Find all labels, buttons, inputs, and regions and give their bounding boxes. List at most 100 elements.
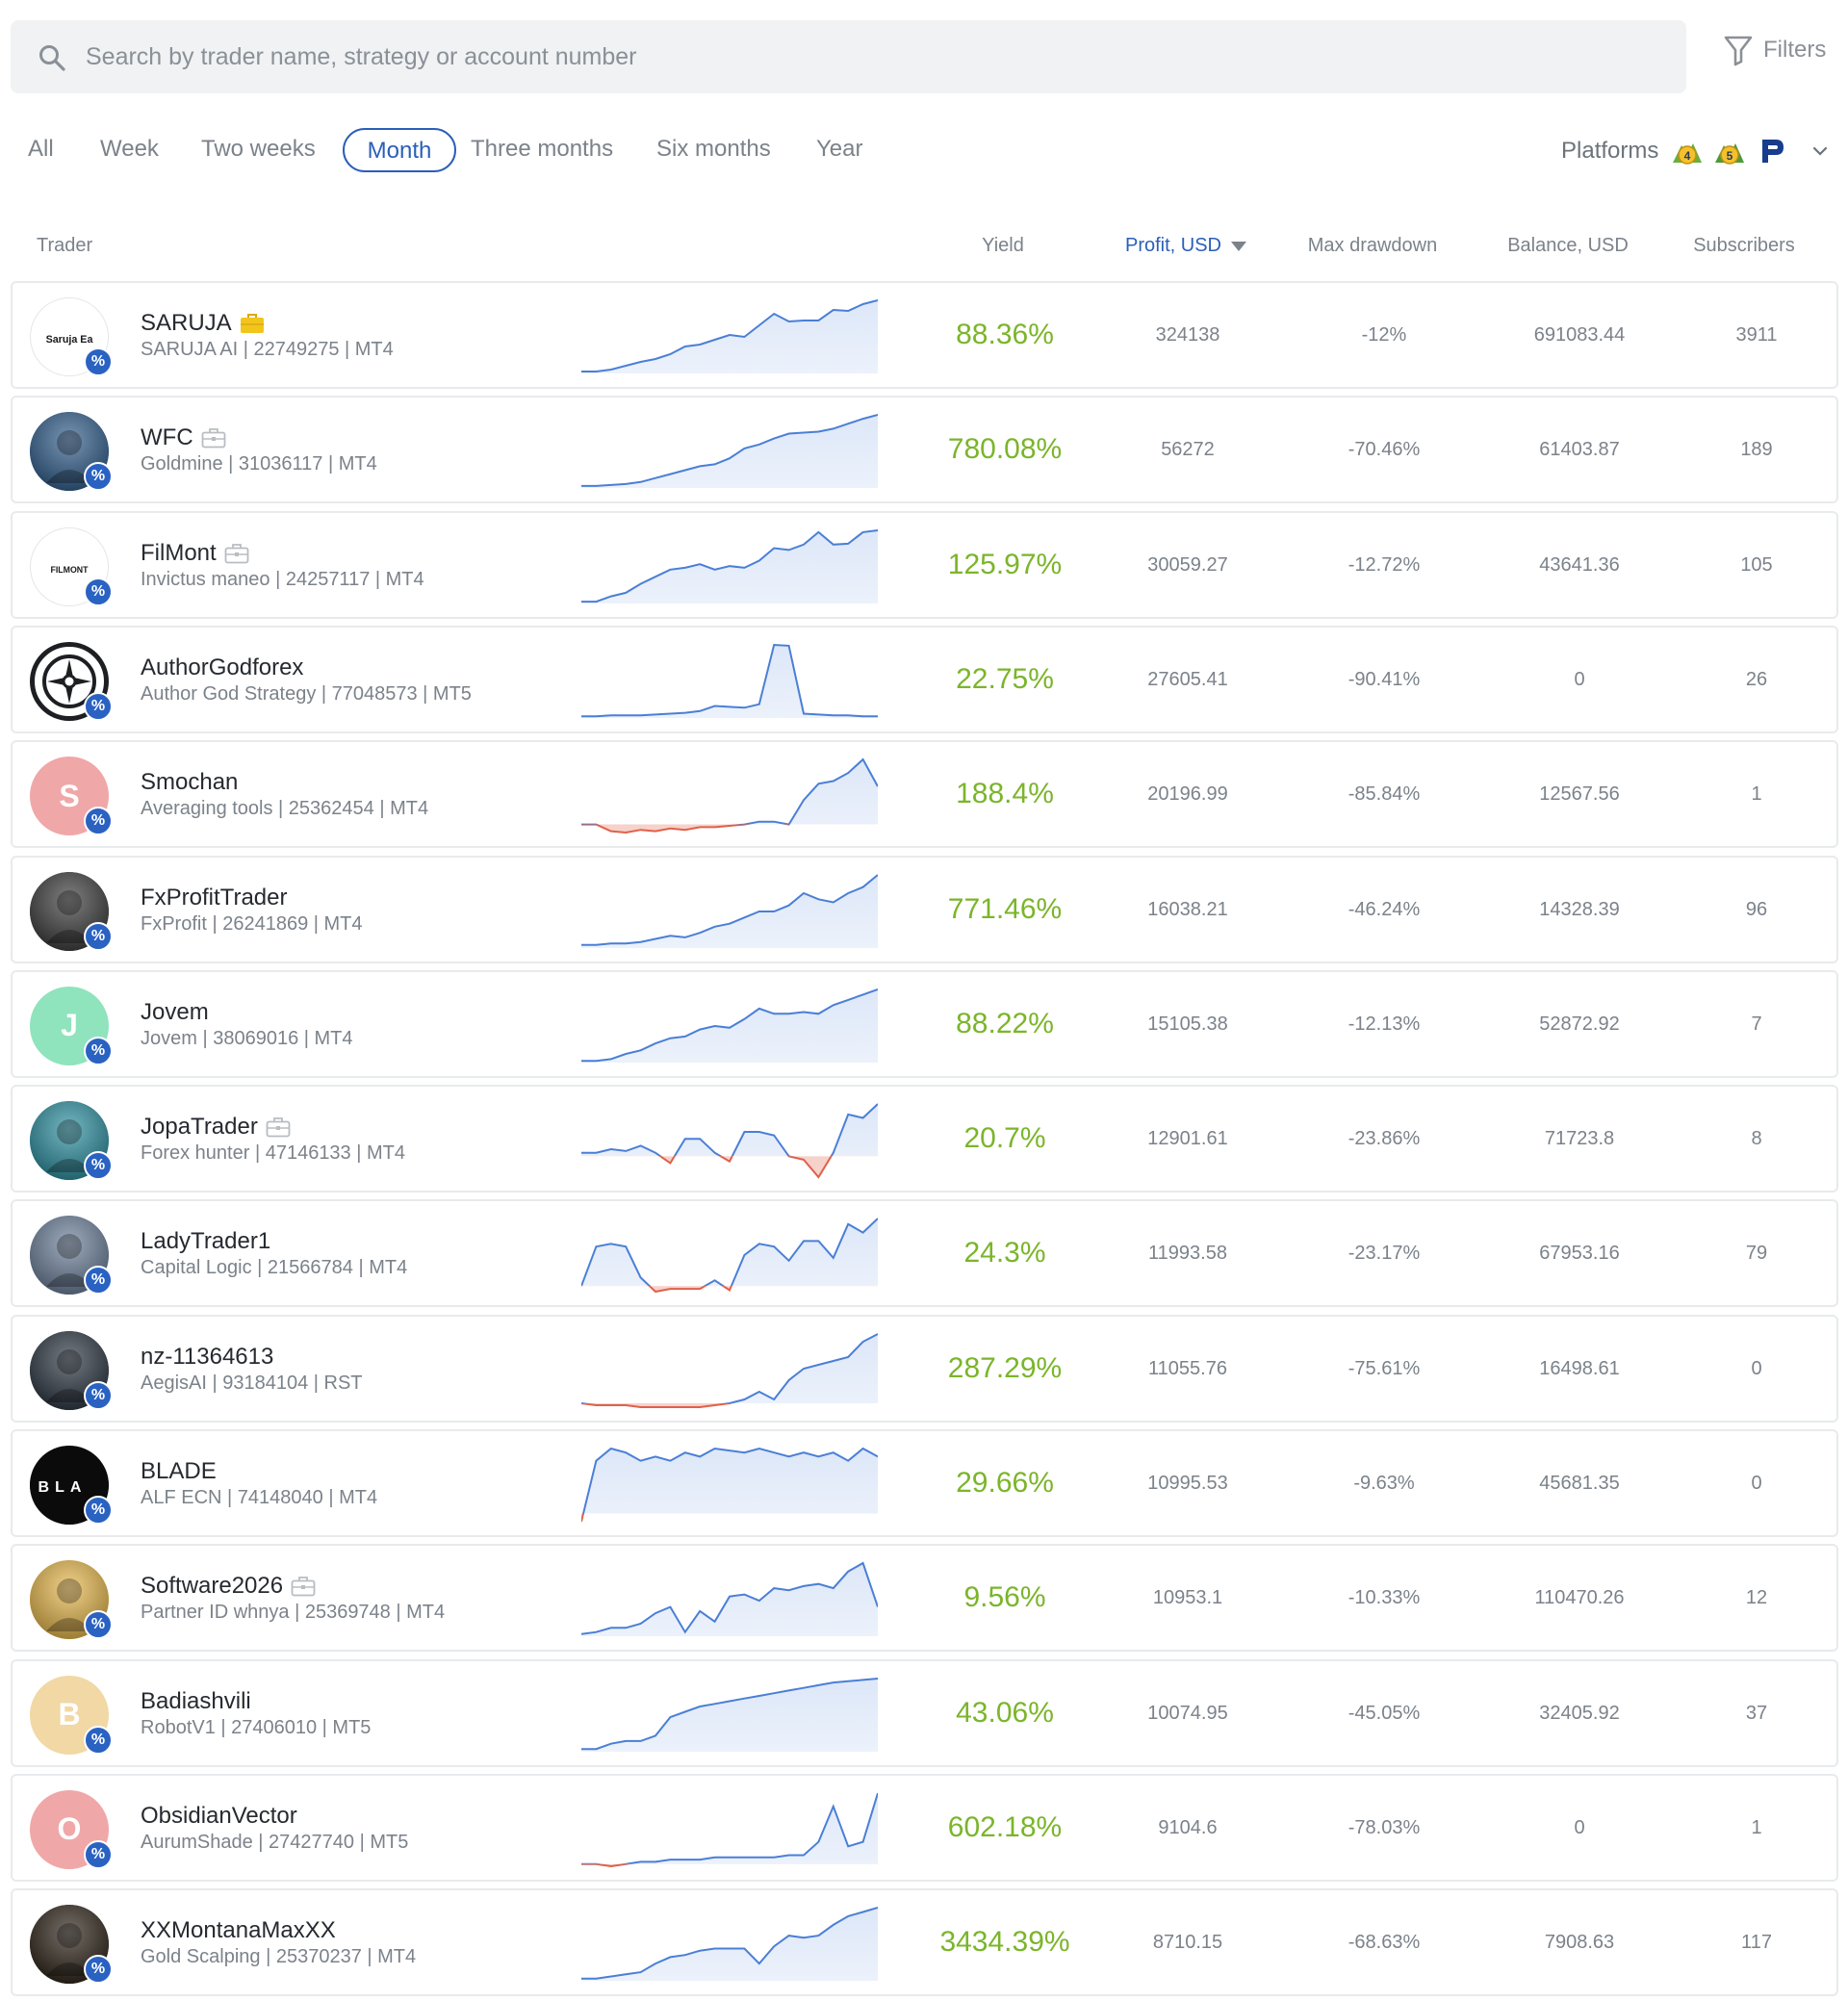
trader-row[interactable]: FILMONT % FilMont Invictus maneo | 24257… (11, 510, 1838, 619)
trader-strategy-info: Jovem | 38069016 | MT4 (141, 1027, 353, 1049)
trader-row[interactable]: O % ObsidianVector AurumShade | 27427740… (11, 1773, 1838, 1882)
column-profit[interactable]: Profit, USD (1125, 235, 1247, 257)
trader-name[interactable]: AuthorGodforex (141, 654, 303, 681)
trader-strategy-info: Partner ID whnya | 25369748 | MT4 (141, 1602, 446, 1624)
max-drawdown-value: -78.03% (1348, 1816, 1421, 1838)
trader-row[interactable]: % FxProfitTrader FxProfit | 26241869 | M… (11, 855, 1838, 963)
trader-row[interactable]: % XXMontanaMaxXX Gold Scalping | 2537023… (11, 1888, 1838, 1997)
trader-strategy-info: Gold Scalping | 25370237 | MT4 (141, 1946, 417, 1968)
avatar[interactable]: % (30, 1905, 113, 1985)
percent-badge-icon: % (84, 691, 113, 721)
trader-row[interactable]: J % Jovem Jovem | 38069016 | MT4 88.22% … (11, 969, 1838, 1078)
column-subscribers[interactable]: Subscribers (1693, 235, 1795, 257)
avatar[interactable]: B % (30, 1675, 113, 1755)
trader-name[interactable]: WFC (141, 424, 193, 451)
profit-value: 16038.21 (1147, 898, 1228, 920)
search-bar[interactable] (11, 20, 1686, 93)
yield-value: 771.46% (947, 892, 1063, 925)
avatar[interactable]: % (30, 412, 113, 492)
avatar[interactable]: S % (30, 757, 113, 836)
avatar[interactable]: % (30, 1330, 113, 1410)
column-yield[interactable]: Yield (982, 235, 1024, 257)
briefcase-icon (224, 543, 249, 563)
sparkline-line-down (581, 645, 878, 716)
trader-strategy-info: RobotV1 | 27406010 | MT5 (141, 1716, 372, 1738)
trader-name-line: AuthorGodforex (141, 654, 303, 681)
trader-row[interactable]: % nz-11364613 AegisAI | 93184104 | RST 2… (11, 1314, 1838, 1423)
trader-strategy-info: FxProfit | 26241869 | MT4 (141, 912, 363, 935)
avatar[interactable]: % (30, 641, 113, 721)
trader-strategy-info: AurumShade | 27427740 | MT5 (141, 1831, 409, 1853)
chevron-down-icon (1813, 146, 1828, 156)
trader-name[interactable]: LadyTrader1 (141, 1228, 270, 1255)
tab-year[interactable]: Year (816, 128, 863, 172)
trader-row[interactable]: BLA % BLADE ALF ECN | 74148040 | MT4 29.… (11, 1429, 1838, 1537)
column-max-drawdown[interactable]: Max drawdown (1308, 235, 1438, 257)
avatar[interactable]: % (30, 1101, 113, 1181)
tab-two-weeks[interactable]: Two weeks (201, 128, 316, 172)
yield-sparkline (581, 1677, 878, 1752)
avatar[interactable]: J % (30, 986, 113, 1065)
trader-name[interactable]: SARUJA (141, 310, 232, 337)
percent-badge-icon: % (84, 921, 113, 951)
filters-button[interactable]: Filters (1723, 33, 1826, 67)
tab-three-months[interactable]: Three months (471, 128, 613, 172)
trader-name[interactable]: Software2026 (141, 1573, 283, 1600)
filter-funnel-icon (1724, 36, 1753, 66)
trader-name[interactable]: nz-11364613 (141, 1344, 273, 1371)
percent-badge-icon: % (84, 462, 113, 492)
yield-sparkline (581, 299, 878, 373)
trader-name[interactable]: ObsidianVector (141, 1803, 297, 1830)
trader-name[interactable]: Badiashvili (141, 1688, 251, 1715)
trader-strategy-info: Forex hunter | 47146133 | MT4 (141, 1142, 405, 1165)
column-balance[interactable]: Balance, USD (1507, 235, 1629, 257)
tab-six-months[interactable]: Six months (656, 128, 771, 172)
trader-row[interactable]: Saruja Ea % SARUJA SARUJA AI | 22749275 … (11, 281, 1838, 389)
profit-value: 8710.15 (1152, 1932, 1223, 1954)
trader-name-line: nz-11364613 (141, 1344, 273, 1371)
avatar[interactable]: BLA % (30, 1446, 113, 1525)
trader-name-line: WFC (141, 424, 226, 451)
trader-row[interactable]: % LadyTrader1 Capital Logic | 21566784 |… (11, 1199, 1838, 1308)
trader-name[interactable]: FxProfitTrader (141, 885, 287, 911)
tab-week[interactable]: Week (100, 128, 159, 172)
balance-value: 110470.26 (1534, 1587, 1625, 1609)
avatar[interactable]: % (30, 1560, 113, 1640)
avatar[interactable]: Saruja Ea % (30, 297, 113, 376)
search-input[interactable] (86, 20, 1664, 93)
sparkline-area-up (581, 874, 878, 948)
avatar[interactable]: % (30, 1216, 113, 1296)
avatar[interactable]: O % (30, 1789, 113, 1869)
trader-name[interactable]: Jovem (141, 999, 209, 1026)
avatar[interactable]: FILMONT % (30, 526, 113, 606)
avatar[interactable]: % (30, 871, 113, 951)
percent-badge-icon: % (84, 1151, 113, 1181)
profit-value: 30059.27 (1147, 553, 1228, 576)
trader-row[interactable]: % AuthorGodforex Author God Strategy | 7… (11, 625, 1838, 733)
yield-sparkline (581, 1332, 878, 1408)
profit-value: 324138 (1155, 324, 1220, 346)
trader-name[interactable]: XXMontanaMaxXX (141, 1917, 336, 1944)
tab-all[interactable]: All (28, 128, 54, 172)
tab-month[interactable]: Month (343, 128, 456, 172)
trader-name[interactable]: BLADE (141, 1458, 217, 1485)
trader-name[interactable]: JopaTrader (141, 1114, 258, 1141)
trader-row[interactable]: B % Badiashvili RobotV1 | 27406010 | MT5… (11, 1658, 1838, 1767)
trader-row[interactable]: % JopaTrader Forex hunter | 47146133 | M… (11, 1085, 1838, 1193)
trader-row[interactable]: % WFC Goldmine | 31036117 | MT4 780.08% … (11, 396, 1838, 504)
platforms-dropdown[interactable]: Platforms 4 5 (1561, 133, 1830, 169)
trader-name-line: LadyTrader1 (141, 1228, 270, 1255)
percent-badge-icon: % (84, 1725, 113, 1755)
balance-value: 43641.36 (1539, 553, 1620, 576)
sort-desc-icon (1231, 241, 1247, 251)
trader-row[interactable]: % Software2026 Partner ID whnya | 253697… (11, 1544, 1838, 1653)
percent-badge-icon: % (84, 1496, 113, 1525)
percent-badge-icon: % (84, 1955, 113, 1985)
profit-value: 10953.1 (1152, 1587, 1223, 1609)
profit-value: 15105.38 (1147, 1013, 1228, 1035)
max-drawdown-value: -46.24% (1348, 898, 1421, 920)
trader-name-line: XXMontanaMaxXX (141, 1917, 336, 1944)
trader-row[interactable]: S % Smochan Averaging tools | 25362454 |… (11, 740, 1838, 849)
trader-name[interactable]: FilMont (141, 540, 217, 567)
trader-name[interactable]: Smochan (141, 769, 238, 796)
